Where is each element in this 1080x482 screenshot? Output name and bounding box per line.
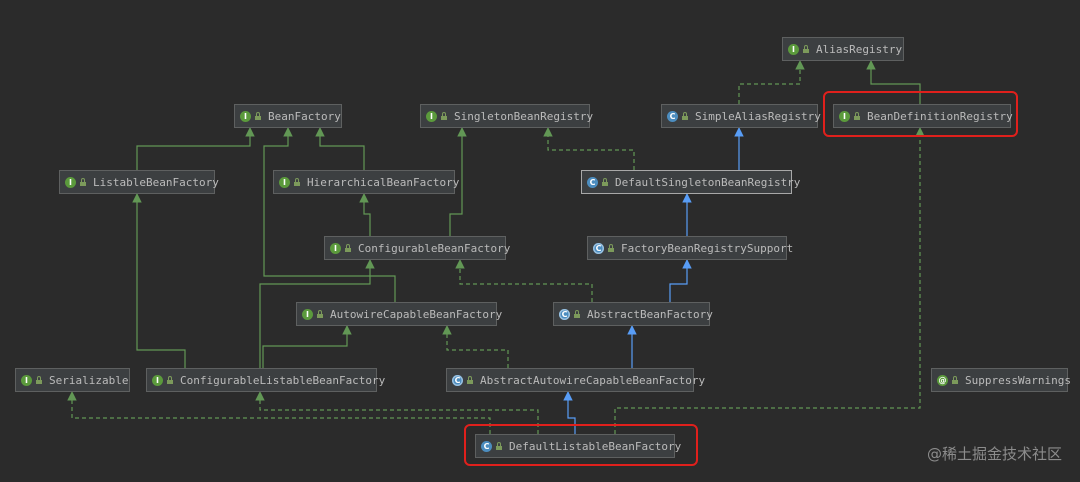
lock-icon	[440, 111, 447, 120]
node-hierarchical-bean-factory[interactable]: I HierarchicalBeanFactory	[273, 170, 459, 194]
node-label: AbstractBeanFactory	[587, 307, 713, 321]
node-suppress-warnings[interactable]: @ SuppressWarnings	[931, 368, 1071, 392]
lock-icon	[573, 309, 580, 318]
lock-icon	[79, 177, 86, 186]
edge-configurablelistable-to-listable	[132, 193, 186, 368]
annotation-icon: @	[937, 374, 948, 386]
diagram-edges	[67, 60, 925, 434]
node-label: AliasRegistry	[816, 42, 903, 56]
edge-configurablelistable-to-autowire	[262, 325, 352, 368]
node-simple-alias-registry[interactable]: C SimpleAliasRegistry	[661, 104, 821, 128]
interface-icon: I	[279, 176, 290, 188]
interface-icon: I	[21, 374, 32, 386]
interface-icon: I	[240, 110, 251, 122]
node-abstract-bean-factory[interactable]: C AbstractBeanFactory	[553, 302, 713, 326]
class-icon: C	[667, 110, 678, 122]
lock-icon	[802, 44, 809, 53]
node-label: HierarchicalBeanFactory	[307, 175, 460, 189]
node-label: AbstractAutowireCapableBeanFactory	[480, 373, 706, 387]
abstract-class-icon: C	[593, 242, 604, 254]
node-autowire-capable-bean-factory[interactable]: I AutowireCapableBeanFactory	[296, 302, 502, 326]
highlight-default-listable-bean-factory	[464, 424, 698, 466]
node-default-singleton-bean-registry[interactable]: C DefaultSingletonBeanRegistry	[581, 170, 800, 194]
highlight-bean-definition-registry	[823, 91, 1018, 137]
lock-icon	[344, 243, 351, 252]
node-alias-registry[interactable]: I AliasRegistry	[782, 37, 904, 61]
interface-icon: I	[426, 110, 437, 122]
node-label: SingletonBeanRegistry	[454, 109, 594, 123]
node-configurable-listable-bean-factory[interactable]: I ConfigurableListableBeanFactory	[146, 368, 385, 392]
node-label: FactoryBeanRegistrySupport	[621, 241, 794, 255]
node-label: ListableBeanFactory	[93, 175, 219, 189]
class-icon: C	[587, 176, 598, 188]
node-label: ConfigurableListableBeanFactory	[180, 373, 386, 387]
node-configurable-bean-factory[interactable]: I ConfigurableBeanFactory	[324, 236, 510, 260]
lock-icon	[166, 375, 173, 384]
abstract-class-icon: C	[452, 374, 463, 386]
edge-autowire-to-beanfactory	[263, 127, 396, 302]
edge-abstractautowire-to-autowire	[442, 325, 509, 368]
lock-icon	[316, 309, 323, 318]
lock-icon	[681, 111, 688, 120]
lock-icon	[607, 243, 614, 252]
edge-abstractbean-to-configurable	[455, 259, 593, 302]
node-listable-bean-factory[interactable]: I ListableBeanFactory	[59, 170, 219, 194]
interface-icon: I	[330, 242, 341, 254]
node-label: Serializable	[49, 373, 129, 387]
interface-icon: I	[788, 43, 799, 55]
edge-abstractbean-to-factorybean	[669, 259, 692, 302]
edge-hierarchical-to-beanfactory	[315, 127, 365, 170]
lock-icon	[466, 375, 473, 384]
interface-icon: I	[65, 176, 76, 188]
edge-listable-to-beanfactory	[136, 127, 255, 170]
edge-defaultsingleton-to-singletonregistry	[543, 127, 635, 170]
interface-icon: I	[152, 374, 163, 386]
interface-icon: I	[302, 308, 313, 320]
lock-icon	[35, 375, 42, 384]
node-factory-bean-registry-support[interactable]: C FactoryBeanRegistrySupport	[587, 236, 793, 260]
node-label: SimpleAliasRegistry	[695, 109, 821, 123]
edge-configurable-to-hierarchical	[359, 193, 371, 236]
node-label: DefaultSingletonBeanRegistry	[615, 175, 801, 189]
node-bean-factory[interactable]: I BeanFactory	[234, 104, 342, 128]
node-label: ConfigurableBeanFactory	[358, 241, 511, 255]
lock-icon	[254, 111, 261, 120]
node-serializable[interactable]: I Serializable	[15, 368, 130, 392]
abstract-class-icon: C	[559, 308, 570, 320]
node-label: BeanFactory	[268, 109, 341, 123]
node-abstract-autowire-capable-bean-factory[interactable]: C AbstractAutowireCapableBeanFactory	[446, 368, 705, 392]
watermark: @稀土掘金技术社区	[926, 445, 1062, 463]
node-singleton-bean-registry[interactable]: I SingletonBeanRegistry	[420, 104, 594, 128]
lock-icon	[293, 177, 300, 186]
lock-icon	[951, 375, 958, 384]
node-label: AutowireCapableBeanFactory	[330, 307, 503, 321]
edge-simplealias-to-aliasregistry	[738, 60, 805, 104]
edge-defaultlistable-to-serializable	[67, 391, 491, 434]
lock-icon	[601, 177, 608, 186]
node-label: SuppressWarnings	[965, 373, 1071, 387]
